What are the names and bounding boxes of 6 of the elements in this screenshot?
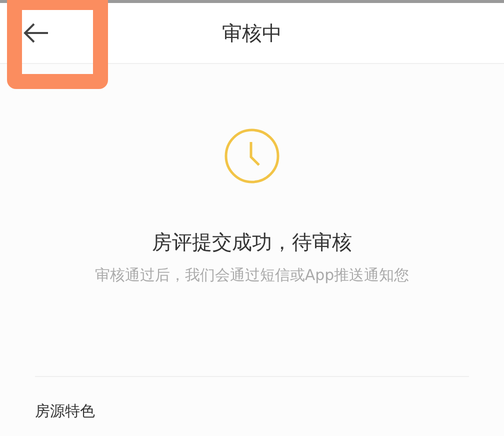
back-arrow-icon (22, 23, 50, 43)
section-title: 房源特色 (35, 402, 96, 421)
clock-icon (223, 127, 281, 185)
page-title: 审核中 (222, 20, 282, 46)
status-title: 房评提交成功，待审核 (151, 229, 353, 256)
status-message: 审核通过后，我们会通过短信或App推送通知您 (94, 266, 410, 285)
